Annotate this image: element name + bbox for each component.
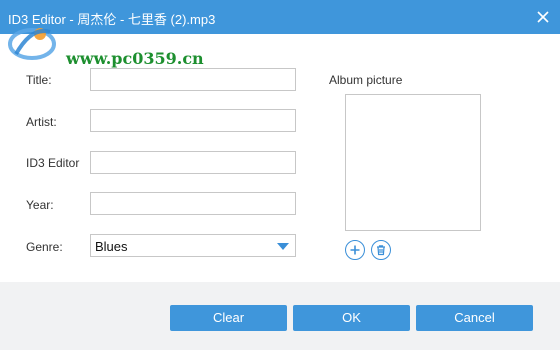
year-input[interactable] xyxy=(90,192,296,215)
year-label: Year: xyxy=(26,198,54,212)
artist-label: Artist: xyxy=(26,115,57,129)
album-input[interactable] xyxy=(90,151,296,174)
genre-selected-value: Blues xyxy=(95,239,128,254)
add-picture-button[interactable] xyxy=(345,240,365,260)
close-button[interactable] xyxy=(526,0,560,34)
genre-select[interactable]: Blues xyxy=(90,234,296,257)
plus-circle-icon xyxy=(350,245,360,255)
watermark-site: www.pc0359.cn xyxy=(66,49,204,68)
album-picture-box[interactable] xyxy=(345,94,481,231)
genre-label: Genre: xyxy=(26,240,63,254)
window-title: ID3 Editor - 周杰伦 - 七里香 (2).mp3 xyxy=(8,12,216,27)
title-input[interactable] xyxy=(90,68,296,91)
cancel-button[interactable]: Cancel xyxy=(416,305,533,331)
album-label: ID3 Editor xyxy=(26,156,80,170)
ok-button[interactable]: OK xyxy=(293,305,410,331)
delete-picture-button[interactable] xyxy=(371,240,391,260)
chevron-down-icon xyxy=(277,243,289,250)
id3-editor-window: ID3 Editor - 周杰伦 - 七里香 (2).mp3 www.pc035… xyxy=(0,0,560,350)
clear-button[interactable]: Clear xyxy=(170,305,287,331)
close-icon xyxy=(537,11,549,23)
album-picture-label: Album picture xyxy=(329,73,403,87)
artist-input[interactable] xyxy=(90,109,296,132)
title-bar: ID3 Editor - 周杰伦 - 七里香 (2).mp3 xyxy=(0,0,560,34)
trash-icon xyxy=(377,245,385,256)
title-label: Title: xyxy=(26,73,52,87)
